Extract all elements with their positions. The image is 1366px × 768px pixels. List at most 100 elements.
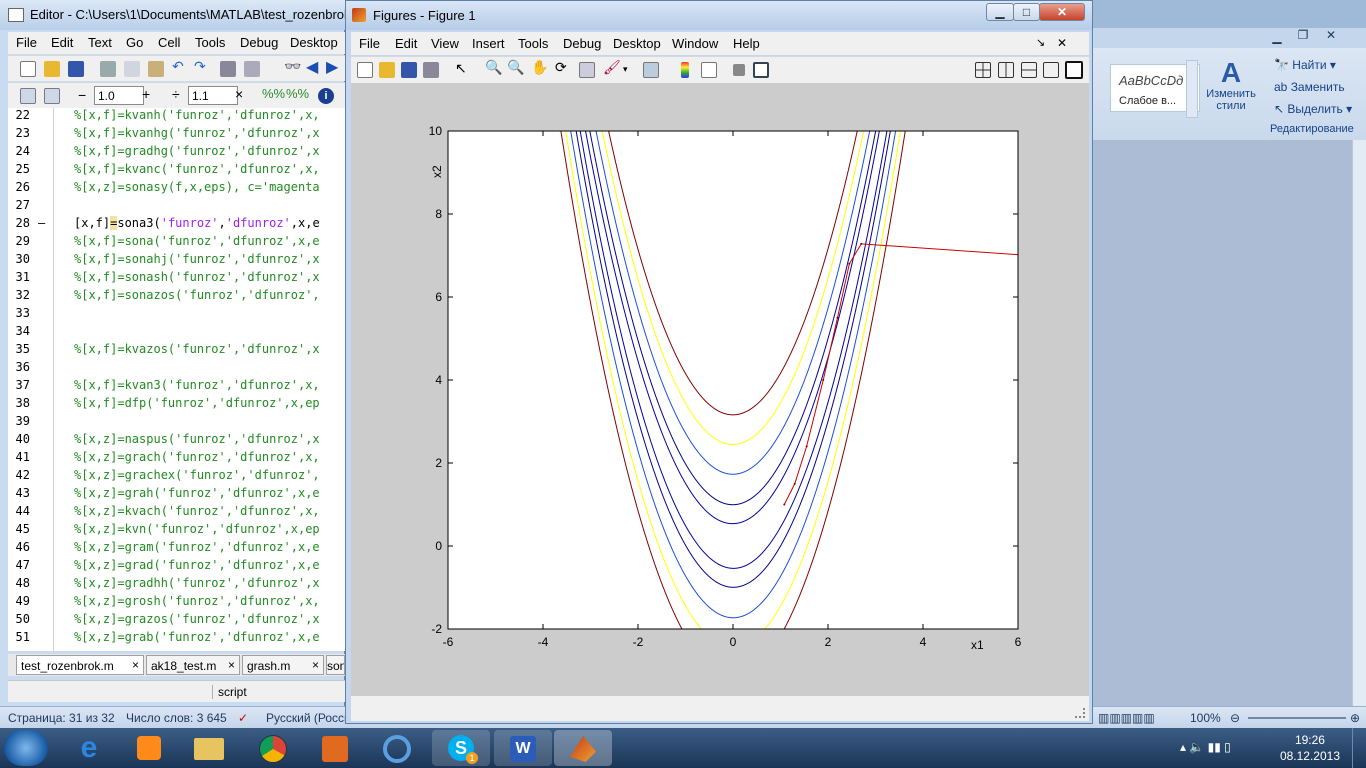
legend-icon[interactable] — [701, 62, 717, 78]
chrome-icon[interactable] — [244, 730, 302, 766]
media-player-icon[interactable] — [120, 730, 178, 766]
brush-icon[interactable]: 🖌 — [603, 59, 621, 75]
new-file-icon[interactable] — [20, 61, 36, 77]
info-icon[interactable]: i — [318, 88, 334, 104]
print-icon[interactable] — [220, 61, 236, 77]
show-tools-icon[interactable] — [753, 62, 769, 78]
multiply-button[interactable]: × — [235, 86, 243, 102]
internet-explorer-icon[interactable]: e — [60, 730, 118, 766]
start-button[interactable] — [4, 730, 48, 766]
code-line[interactable]: %[x,z]=grah('funroz','dfunroz',x,e — [74, 486, 320, 500]
word-scrollbar[interactable] — [1352, 140, 1366, 706]
word-icon[interactable]: W — [494, 730, 552, 766]
zoom-level[interactable]: 100% — [1190, 711, 1221, 725]
maximize-button[interactable]: ❐ — [1290, 28, 1316, 46]
float-icon[interactable] — [1043, 62, 1059, 78]
paste-icon[interactable] — [148, 61, 164, 77]
zoom-in-icon[interactable]: 🔍 — [485, 59, 502, 75]
menu-desktop[interactable]: Desktop — [290, 35, 338, 50]
maximize-doc-icon[interactable] — [1065, 61, 1083, 79]
contour-plot[interactable]: -6 -4 -2 0 2 4 6 -2 0 2 4 6 8 10 x1 x2 — [351, 83, 1089, 696]
menu-debug[interactable]: Debug — [563, 36, 601, 51]
tile-grid-icon[interactable] — [975, 62, 991, 78]
code-line[interactable]: %[x,z]=gradhh('funroz','dfunroz',x — [74, 576, 320, 590]
tab-ak18-test[interactable]: ak18_test.m × — [146, 655, 240, 675]
code-line[interactable]: %[x,z]=sonasy(f,x,eps), c='magenta — [74, 180, 320, 194]
zoom-out-icon[interactable]: ⊖ — [1230, 711, 1240, 725]
code-line[interactable]: %[x,z]=kvach('funroz','dfunroz',x, — [74, 504, 320, 518]
menu-cell[interactable]: Cell — [158, 35, 180, 50]
divide-button[interactable]: ÷ — [172, 86, 180, 102]
increment-button[interactable]: + — [142, 86, 150, 102]
undock-icon[interactable]: ↘ — [1036, 36, 1045, 49]
maximize-button[interactable]: □ — [1013, 3, 1040, 21]
undo-icon[interactable]: ↶ — [172, 58, 188, 74]
close-tab-icon[interactable]: × — [228, 658, 235, 672]
factor-value-field[interactable]: 1.1 — [188, 86, 238, 105]
select-button[interactable]: ↖ Выделить ▾ — [1274, 102, 1352, 116]
code-line[interactable]: %[x,f]=sona('funroz','dfunroz',x,e — [74, 234, 320, 248]
tile-rows-icon[interactable] — [1021, 62, 1037, 78]
menu-file[interactable]: File — [359, 36, 380, 51]
app-icon[interactable] — [306, 730, 364, 766]
code-line[interactable]: %[x,f]=kvazos('funroz','dfunroz',x — [74, 342, 320, 356]
code-line[interactable]: %[x,f]=sonazos('funroz','dfunroz', — [74, 288, 320, 302]
code-line[interactable]: %[x,z]=grad('funroz','dfunroz',x,e — [74, 558, 320, 572]
forward-icon[interactable]: ▶ — [326, 57, 342, 76]
menu-edit[interactable]: Edit — [51, 35, 73, 50]
close-button[interactable]: ✕ — [1316, 28, 1346, 46]
link-plot-icon[interactable] — [643, 62, 659, 78]
resize-grip-icon[interactable] — [1075, 708, 1085, 718]
increment-value-field[interactable]: 1.0 — [94, 86, 144, 105]
code-line[interactable]: %[x,z]=grachex('funroz','dfunroz', — [74, 468, 320, 482]
figure-titlebar[interactable]: Figures - Figure 1 ▁ □ ✕ — [346, 1, 1092, 30]
tab-son[interactable]: son — [326, 655, 345, 675]
figure-canvas[interactable]: -6 -4 -2 0 2 4 6 -2 0 2 4 6 8 10 x1 x2 — [351, 83, 1089, 696]
find-button[interactable]: 🔭 Найти ▾ — [1274, 58, 1336, 72]
tab-test-rozenbrok[interactable]: test_rozenbrok.m × — [16, 655, 144, 675]
breakpoint-marker[interactable]: – — [38, 216, 45, 230]
publish-icon[interactable] — [244, 61, 260, 77]
print-figure-icon[interactable] — [423, 62, 439, 78]
menu-debug[interactable]: Debug — [240, 35, 278, 50]
axes-background[interactable] — [448, 131, 1018, 629]
redo-icon[interactable]: ↷ — [194, 58, 210, 74]
code-line[interactable]: %[x,z]=kvn('funroz','dfunroz',x,ep — [74, 522, 320, 536]
minimize-button[interactable]: ▁ — [986, 3, 1014, 21]
decrement-button[interactable]: − — [78, 87, 86, 103]
open-folder-icon[interactable] — [44, 61, 60, 77]
change-styles-button[interactable]: A Изменить стили — [1200, 58, 1262, 118]
cell-mode-icon[interactable] — [44, 88, 60, 104]
code-line[interactable]: %[x,z]=grach('funroz','dfunroz',x, — [74, 450, 320, 464]
clock[interactable]: 19:26 08.12.2013 — [1280, 732, 1340, 764]
menu-desktop[interactable]: Desktop — [613, 36, 661, 51]
close-tab-icon[interactable]: × — [132, 658, 139, 672]
zoom-slider[interactable] — [1248, 717, 1346, 719]
rotate-icon[interactable]: ⟳ — [555, 59, 571, 75]
save-figure-icon[interactable] — [401, 62, 417, 78]
code-line[interactable]: %[x,f]=kvanh('funroz','dfunroz',x, — [74, 108, 320, 122]
code-line[interactable]: %[x,z]=naspus('funroz','dfunroz',x — [74, 432, 320, 446]
code-line[interactable]: [x,f]=sona3('funroz','dfunroz',x,e — [74, 216, 320, 230]
zoom-in-icon[interactable]: ⊕ — [1350, 711, 1360, 725]
save-icon[interactable] — [68, 61, 84, 77]
spellcheck-icon[interactable]: ✓ — [238, 711, 248, 725]
code-line[interactable]: %[x,z]=grab('funroz','dfunroz',x,e — [74, 630, 320, 644]
replace-button[interactable]: ab Заменить — [1274, 80, 1345, 94]
code-line[interactable]: %[x,z]=grazos('funroz','dfunroz',x — [74, 612, 320, 626]
code-line[interactable]: %[x,f]=kvanhg('funroz','dfunroz',x — [74, 126, 320, 140]
new-figure-icon[interactable] — [357, 62, 373, 78]
show-desktop-button[interactable] — [1352, 728, 1366, 768]
eval-cell-icon[interactable]: %% — [262, 86, 285, 102]
code-line[interactable]: %[x,f]=gradhg('funroz','dfunroz',x — [74, 144, 320, 158]
code-line[interactable]: %[x,f]=kvan3('funroz','dfunroz',x, — [74, 378, 320, 392]
menu-edit[interactable]: Edit — [395, 36, 417, 51]
menu-window[interactable]: Window — [672, 36, 718, 51]
eval-advance-icon[interactable]: %% — [286, 86, 309, 102]
editor-titlebar[interactable]: Editor - C:\Users\1\Documents\MATLAB\tes… — [0, 0, 365, 30]
back-icon[interactable]: ◀ — [306, 57, 322, 76]
pan-icon[interactable]: ✋ — [531, 59, 548, 75]
copy-icon[interactable] — [124, 61, 140, 77]
data-cursor-icon[interactable] — [579, 62, 595, 78]
code-line[interactable]: %[x,f]=sonahj('funroz','dfunroz',x — [74, 252, 320, 266]
